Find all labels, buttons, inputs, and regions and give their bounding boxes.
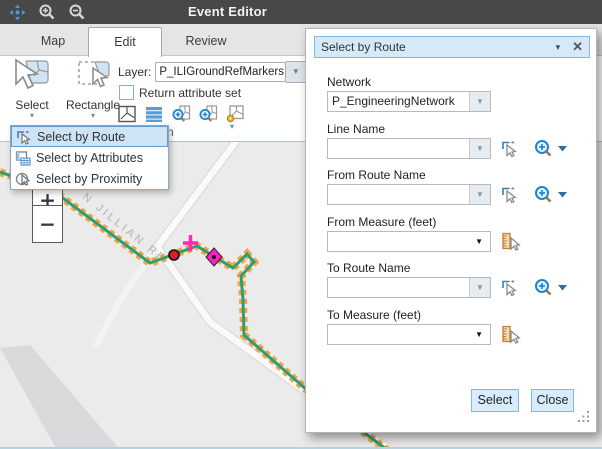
select-tool-button[interactable]: Select ▾ (4, 58, 60, 119)
pan-icon[interactable] (8, 3, 26, 21)
line-name-select[interactable]: ▼ (327, 138, 491, 159)
rectangle-tool-button[interactable]: Rectangle ▾ (62, 58, 124, 119)
selection-tools-row: ▾ (117, 104, 245, 124)
panel-header[interactable]: Select by Route ▾ ✕ (314, 36, 590, 58)
layer-select[interactable]: P_ILIGroundRefMarkers (155, 62, 286, 82)
select-tool-caret-icon[interactable]: ▾ (4, 112, 60, 119)
layer-row: Layer: P_ILIGroundRefMarkers ▼ (118, 61, 306, 83)
tab-edit[interactable]: Edit (88, 27, 162, 57)
menu-item-select-by-attributes[interactable]: Select by Attributes (11, 147, 168, 168)
menu-item-select-by-proximity[interactable]: Select by Proximity (11, 168, 168, 189)
network-label: Network (327, 75, 371, 89)
select-shape-icon[interactable] (117, 104, 137, 124)
from-measure-label: From Measure (feet) (327, 215, 436, 229)
red-point-marker[interactable] (169, 250, 179, 260)
network-select-arrow-icon[interactable]: ▼ (469, 92, 490, 111)
return-attribute-row: Return attribute set (119, 85, 241, 100)
to-route-select[interactable]: ▼ (327, 277, 491, 298)
zoom-out-icon[interactable] (68, 3, 86, 21)
menu-item-label: Select by Route (37, 130, 125, 144)
road-band (0, 345, 122, 447)
title-bar: Event Editor (0, 0, 602, 24)
to-route-pick-on-map-icon[interactable] (500, 278, 520, 303)
panel-collapse-icon[interactable]: ▾ (556, 42, 561, 53)
network-select[interactable]: P_EngineeringNetwork ▼ (327, 91, 491, 112)
to-route-zoom-icon[interactable] (533, 278, 569, 303)
app-title: Event Editor (188, 4, 267, 19)
overlay-settings-icon[interactable]: ▾ (225, 104, 245, 124)
zoom-to-selection-icon[interactable] (198, 104, 218, 124)
panel-title: Select by Route (321, 40, 556, 54)
select-by-route-icon (16, 129, 32, 145)
from-measure-combo[interactable]: ▼ (327, 231, 491, 252)
to-measure-label: To Measure (feet) (327, 308, 421, 322)
menu-item-label: Select by Proximity (36, 172, 142, 186)
rectangle-tool-icon (73, 79, 113, 96)
from-route-select-arrow-icon[interactable]: ▼ (469, 185, 490, 204)
from-measure-pick-icon[interactable] (500, 232, 522, 257)
from-route-label: From Route Name (327, 168, 426, 182)
line-zoom-icon[interactable] (533, 139, 569, 164)
rectangle-tool-caret-icon[interactable]: ▾ (62, 112, 124, 119)
select-by-route-panel: Select by Route ▾ ✕ Network P_Engineerin… (305, 28, 597, 433)
network-value: P_EngineeringNetwork (332, 92, 455, 111)
panel-close-icon[interactable]: ✕ (572, 39, 583, 55)
to-measure-combo[interactable]: ▼ (327, 324, 491, 345)
from-route-select[interactable]: ▼ (327, 184, 491, 205)
layer-select-arrow-icon[interactable]: ▼ (286, 61, 306, 83)
select-by-attributes-icon (15, 150, 31, 166)
return-attribute-label: Return attribute set (139, 86, 241, 100)
to-route-label: To Route Name (327, 261, 410, 275)
return-attribute-checkbox[interactable] (119, 85, 134, 100)
street-label: N JILLIAN RD (80, 191, 169, 266)
to-measure-arrow-icon[interactable]: ▼ (475, 325, 483, 344)
select-tool-label: Select (4, 98, 60, 112)
line-name-select-arrow-icon[interactable]: ▼ (469, 139, 490, 158)
to-route-select-arrow-icon[interactable]: ▼ (469, 278, 490, 297)
tab-review[interactable]: Review (162, 27, 250, 56)
line-pick-on-map-icon[interactable] (500, 139, 520, 164)
tab-map[interactable]: Map (18, 27, 88, 56)
map-zoom-out-button[interactable]: − (32, 205, 63, 243)
zoom-in-icon[interactable] (38, 3, 56, 21)
event-editor-window: Event Editor Map Edit Review Select ▾ (0, 0, 602, 449)
layer-label: Layer: (118, 65, 151, 79)
select-button[interactable]: Select (471, 389, 519, 412)
line-name-label: Line Name (327, 122, 385, 136)
select-tool-icon (12, 79, 52, 96)
menu-item-select-by-route[interactable]: Select by Route (11, 126, 168, 147)
to-measure-pick-icon[interactable] (500, 325, 522, 350)
map-zoom-control: + − (32, 182, 63, 243)
from-measure-arrow-icon[interactable]: ▼ (475, 232, 483, 251)
menu-item-label: Select by Attributes (36, 151, 143, 165)
select-dropdown-menu: Select by Route Select by Attributes S (10, 125, 169, 190)
panel-resize-grip[interactable] (577, 410, 590, 428)
attribute-rows-icon[interactable] (144, 104, 164, 124)
select-by-proximity-icon (15, 171, 31, 187)
from-route-zoom-icon[interactable] (533, 185, 569, 210)
zoom-to-selected-icon[interactable] (171, 104, 191, 124)
close-button[interactable]: Close (531, 389, 574, 412)
rectangle-tool-label: Rectangle (62, 98, 124, 112)
from-route-pick-on-map-icon[interactable] (500, 185, 520, 210)
